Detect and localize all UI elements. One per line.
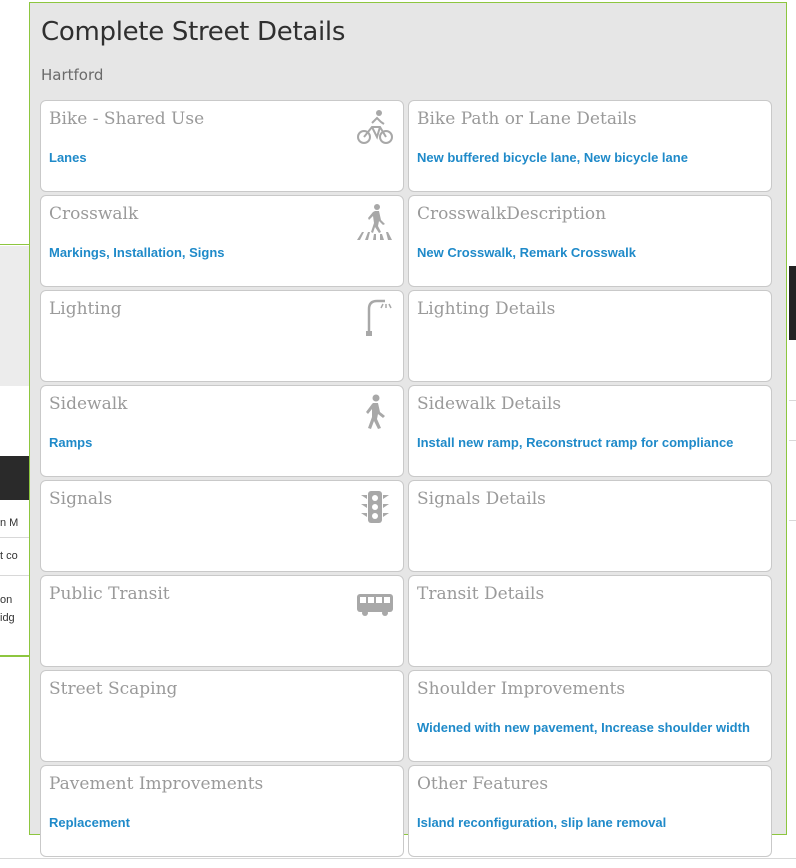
background-divider [0,655,30,657]
bicycle-icon [355,107,395,147]
card-street-scaping: Street Scaping [40,670,404,762]
background-divider [0,244,30,245]
card-label: Transit Details [417,584,545,604]
card-signals: Signals [40,480,404,572]
card-value: Island reconfiguration, slip lane remova… [417,815,667,830]
crosswalk-icon [355,202,395,242]
card-label: Lighting Details [417,299,556,319]
card-lighting-details: Lighting Details [408,290,772,382]
card-label: Public Transit [49,584,170,604]
background-side-bar [789,266,796,340]
card-label: Bike Path or Lane Details [417,109,637,129]
panel-title: Complete Street Details [41,17,346,47]
card-other-features: Other Features Island reconfiguration, s… [408,765,772,857]
card-label: Lighting [49,299,122,319]
card-label: Other Features [417,774,549,794]
card-label: Bike - Shared Use [49,109,205,129]
card-crosswalk-description: CrosswalkDescription New Crosswalk, Rema… [408,195,772,287]
background-divider [789,520,796,521]
card-label: Shoulder Improvements [417,679,626,699]
card-label: Street Scaping [49,679,178,699]
pedestrian-icon [355,392,395,432]
background-divider [0,858,796,859]
card-label: Sidewalk Details [417,394,562,414]
card-value: Widened with new pavement, Increase shou… [417,720,750,735]
card-value: New Crosswalk, Remark Crosswalk [417,245,636,260]
background-header-bar [0,456,30,500]
card-value: Lanes [49,150,87,165]
card-shoulder-improvements: Shoulder Improvements Widened with new p… [408,670,772,762]
card-sidewalk: Sidewalk Ramps [40,385,404,477]
card-label: Signals [49,489,113,509]
details-grid: Bike - Shared Use Lanes Bike Path or Lan… [40,100,776,857]
card-label: Signals Details [417,489,546,509]
card-label: Pavement Improvements [49,774,264,794]
panel-subtitle: Hartford [41,66,104,84]
card-label: Sidewalk [49,394,128,414]
complete-street-details-panel: Complete Street Details Hartford Bike - … [29,2,787,857]
bus-icon [355,582,395,622]
background-text-fragment: idg [0,612,15,624]
card-value: Replacement [49,815,130,830]
background-text-fragment: t co [0,550,18,562]
background-divider [789,400,796,401]
card-pavement-improvements: Pavement Improvements Replacement [40,765,404,857]
card-label: Crosswalk [49,204,139,224]
card-sidewalk-details: Sidewalk Details Install new ramp, Recon… [408,385,772,477]
card-public-transit: Public Transit [40,575,404,667]
background-divider [0,575,30,576]
background-text-fragment: n M [0,517,19,529]
card-value: New buffered bicycle lane, New bicycle l… [417,150,688,165]
card-bike-shared-use: Bike - Shared Use Lanes [40,100,404,192]
background-band [0,246,30,386]
card-bike-path-details: Bike Path or Lane Details New buffered b… [408,100,772,192]
background-divider [789,440,796,441]
background-text-fragment: on [0,594,13,606]
traffic-signal-icon [355,487,395,527]
streetlight-icon [355,297,395,337]
card-signals-details: Signals Details [408,480,772,572]
card-label: CrosswalkDescription [417,204,607,224]
card-value: Install new ramp, Reconstruct ramp for c… [417,435,734,450]
card-lighting: Lighting [40,290,404,382]
background-divider [0,537,30,538]
card-value: Ramps [49,435,93,450]
card-value: Markings, Installation, Signs [49,245,225,260]
card-transit-details: Transit Details [408,575,772,667]
card-crosswalk: Crosswalk Markings, Installation, Signs [40,195,404,287]
